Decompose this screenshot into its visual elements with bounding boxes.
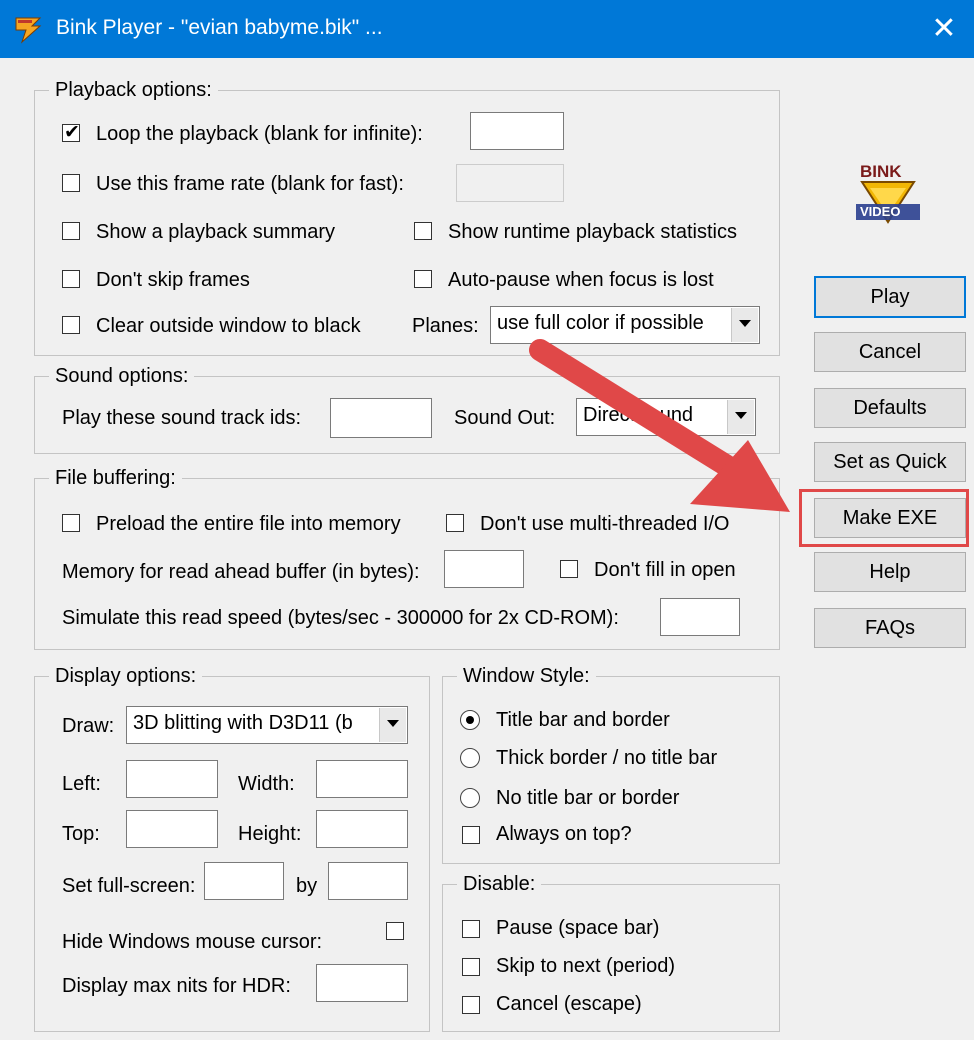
sound-track-ids-input[interactable] [330,398,432,438]
logo-line2: VIDEO [860,204,901,219]
cancel-button[interactable]: Cancel [814,332,966,372]
top-label: Top: [62,823,100,845]
loop-label: Loop the playback (blank for infinite): [96,123,423,145]
always-on-top-label: Always on top? [496,823,632,845]
disable-legend: Disable: [457,872,542,896]
chevron-down-icon[interactable] [379,708,406,742]
max-nits-input[interactable] [316,964,408,1002]
loop-count-input[interactable] [470,112,564,150]
make-exe-highlight [799,489,969,547]
hide-cursor-label: Hide Windows mouse cursor: [62,931,323,953]
window-style-legend: Window Style: [457,664,596,688]
runtime-stats-label: Show runtime playback statistics [448,221,738,243]
close-button[interactable]: ✕ [914,0,974,58]
summary-checkbox[interactable] [62,222,80,240]
sound-out-select[interactable]: DirectSound [576,398,756,436]
no-title-bar-label: No title bar or border [496,787,680,809]
fullscreen-height-input[interactable] [328,862,408,900]
disable-pause-checkbox[interactable] [462,920,480,938]
defaults-button[interactable]: Defaults [814,388,966,428]
framerate-label: Use this frame rate (blank for fast): [96,173,404,195]
sound-options-legend: Sound options: [49,364,195,388]
by-label: by [296,875,318,897]
no-multithread-checkbox[interactable] [446,514,464,532]
loop-checkbox[interactable]: ✔ [62,122,80,143]
thick-border-label: Thick border / no title bar [496,747,718,769]
always-on-top-checkbox[interactable] [462,826,480,844]
readahead-input[interactable] [444,550,524,588]
radio-title-bar-border[interactable] [460,710,480,730]
planes-select[interactable]: use full color if possible [490,306,760,344]
bink-app-icon [15,17,42,44]
draw-label: Draw: [62,715,115,737]
title-bar-border-label: Title bar and border [496,709,670,731]
height-input[interactable] [316,810,408,848]
radio-no-title-bar[interactable] [460,788,480,808]
clear-black-label: Clear outside window to black [96,315,361,337]
autopause-checkbox[interactable] [414,270,432,288]
sound-track-ids-label: Play these sound track ids: [62,407,302,429]
runtime-stats-checkbox[interactable] [414,222,432,240]
dont-fill-label: Don't fill in open [594,559,736,581]
fullscreen-width-input[interactable] [204,862,284,900]
radio-selected-dot [466,716,474,724]
playback-options-legend: Playback options: [49,78,218,102]
logo-line1: BINK [860,162,902,181]
set-as-quick-button[interactable]: Set as Quick [814,442,966,482]
framerate-input[interactable] [456,164,564,202]
max-nits-label: Display max nits for HDR: [62,975,291,997]
autopause-label: Auto-pause when focus is lost [448,269,714,291]
framerate-checkbox[interactable] [62,174,80,192]
readahead-label: Memory for read ahead buffer (in bytes): [62,561,420,583]
draw-select[interactable]: 3D blitting with D3D11 (b [126,706,408,744]
disable-cancel-checkbox[interactable] [462,996,480,1014]
hide-cursor-checkbox[interactable] [386,922,404,940]
read-speed-label: Simulate this read speed (bytes/sec - 30… [62,607,619,629]
planes-label: Planes: [412,315,479,337]
disable-cancel-label: Cancel (escape) [496,993,642,1015]
display-options-legend: Display options: [49,664,203,688]
width-label: Width: [238,773,295,795]
title-bar[interactable]: Bink Player - "evian babyme.bik" ... ✕ [0,0,974,58]
left-input[interactable] [126,760,218,798]
disable-skip-checkbox[interactable] [462,958,480,976]
read-speed-input[interactable] [660,598,740,636]
checkmark-icon: ✔ [64,122,80,143]
draw-value: 3D blitting with D3D11 (b [133,712,353,734]
fullscreen-label: Set full-screen: [62,875,196,897]
faqs-button[interactable]: FAQs [814,608,966,648]
radio-thick-border[interactable] [460,748,480,768]
bink-player-window: Bink Player - "evian babyme.bik" ... ✕ P… [0,0,974,1040]
disable-pause-label: Pause (space bar) [496,917,660,939]
left-label: Left: [62,773,101,795]
preload-checkbox[interactable] [62,514,80,532]
dont-fill-checkbox[interactable] [560,560,578,578]
sound-out-value: DirectSound [583,404,694,426]
bink-video-logo: BINK VIDEO [848,160,928,230]
chevron-down-icon[interactable] [727,400,754,434]
preload-label: Preload the entire file into memory [96,513,401,535]
play-button[interactable]: Play [814,276,966,318]
dont-skip-label: Don't skip frames [96,269,250,291]
file-buffering-legend: File buffering: [49,466,182,490]
clear-black-checkbox[interactable] [62,316,80,334]
disable-skip-label: Skip to next (period) [496,955,675,977]
width-input[interactable] [316,760,408,798]
no-multithread-label: Don't use multi-threaded I/O [480,513,730,535]
help-button[interactable]: Help [814,552,966,592]
dont-skip-checkbox[interactable] [62,270,80,288]
planes-value: use full color if possible [497,312,704,334]
sound-out-label: Sound Out: [454,407,556,429]
height-label: Height: [238,823,302,845]
top-input[interactable] [126,810,218,848]
chevron-down-icon[interactable] [731,308,758,342]
summary-label: Show a playback summary [96,221,335,243]
window-title: Bink Player - "evian babyme.bik" ... [56,16,383,39]
